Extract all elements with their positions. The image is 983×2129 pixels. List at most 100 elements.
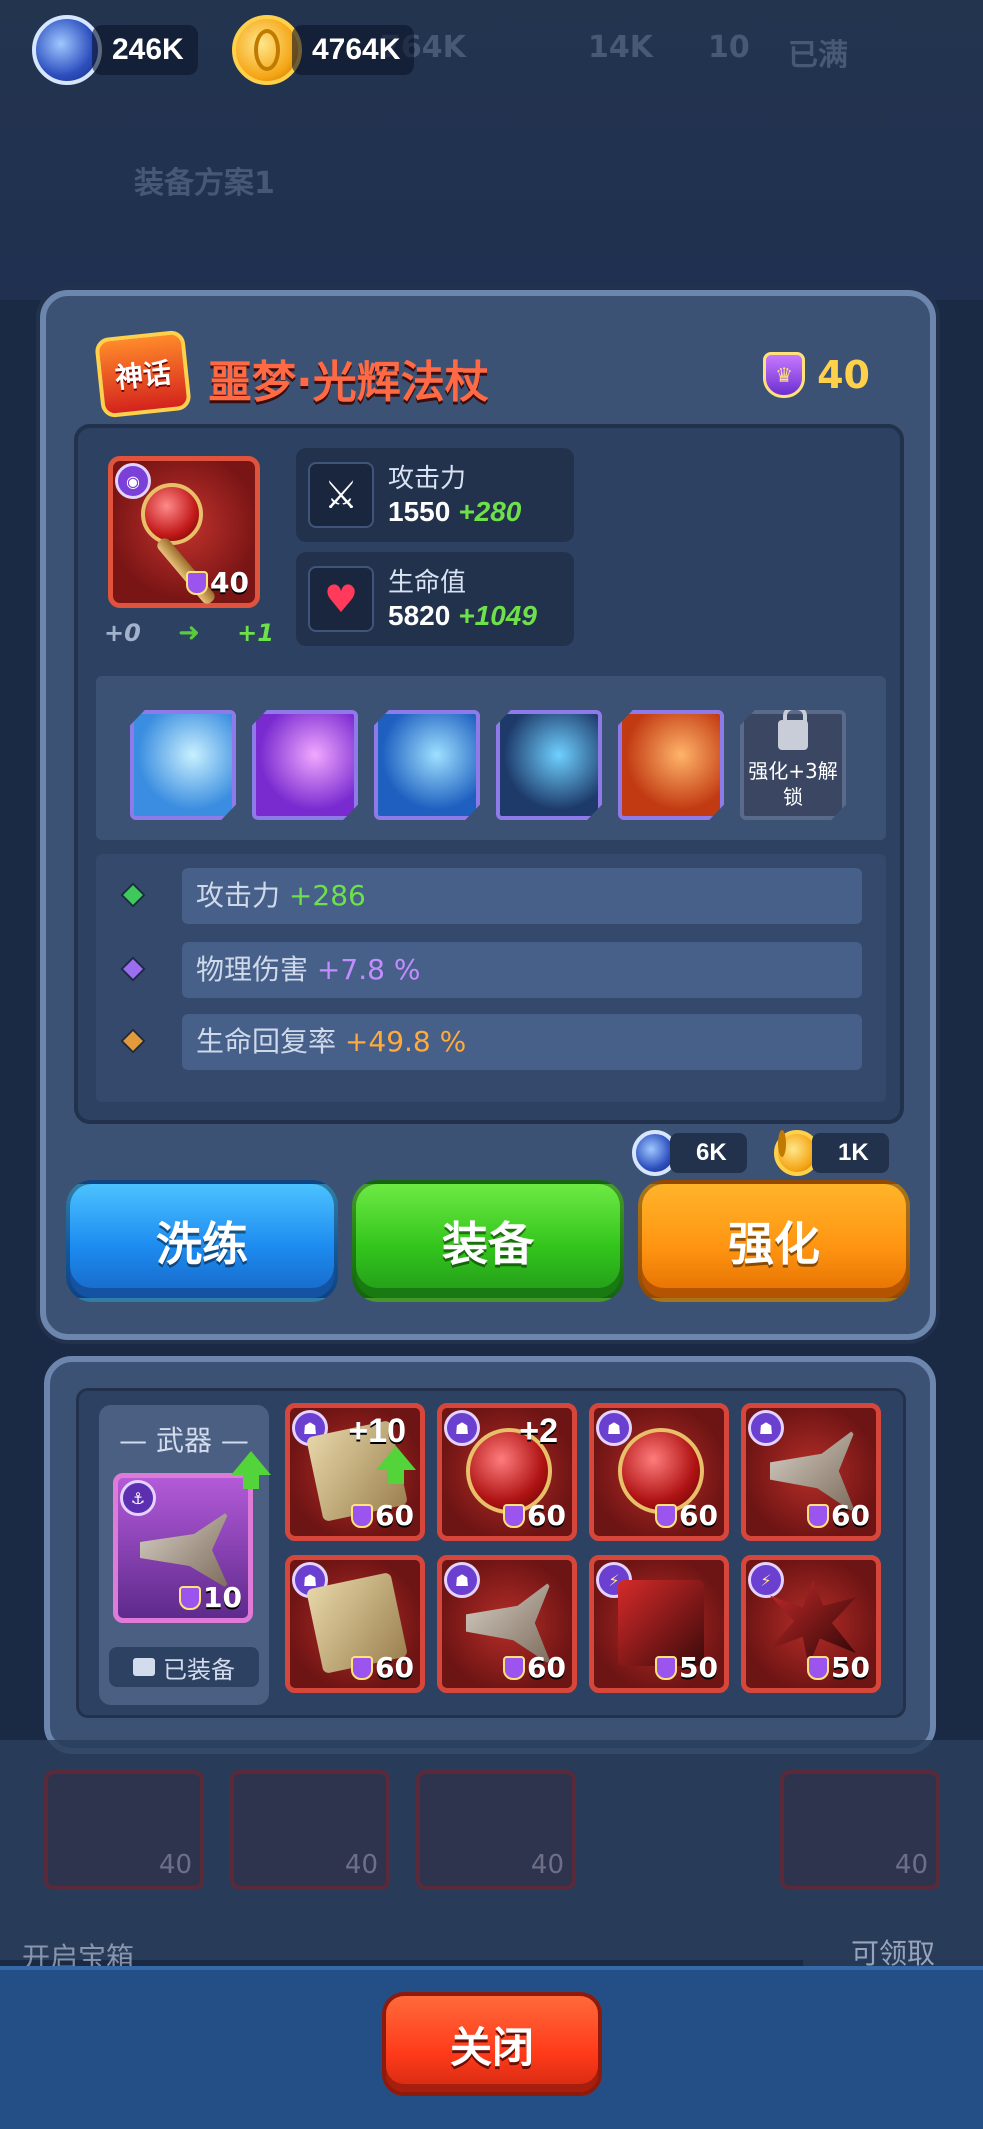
inventory-grid: — 武器 — ⚓ 10 已装备 ☗ +10 60 ☗ +2 60 ☗ 60 ☗ 60 ☗ 60 ☗ 60 ⚡… [76,1388,906,1718]
card-level-value: 50 [831,1651,870,1684]
crown-icon [807,1655,830,1680]
affix-value: +286 [288,879,366,912]
affix-row: 攻击力 +286 [96,868,886,924]
affix-value: +49.8 % [344,1025,467,1058]
affix-label: 攻击力 [196,879,281,912]
enhance-button[interactable]: 强化 [638,1180,910,1302]
stat-bonus: +280 [458,496,522,527]
card-level: 40 [186,566,249,599]
ghost-level: 40 [894,1850,928,1880]
diamond-gem-icon [120,882,146,908]
card-level-value: 60 [527,1651,566,1684]
stat-value: 5820 +1049 [388,600,537,632]
card-level: 60 [351,1651,414,1684]
lock-icon [778,710,808,750]
affix-list: 攻击力 +286 物理伤害 +7.8 % 生命回复率 +49.8 % [96,854,886,1102]
card-level: 10 [179,1581,242,1614]
cost-gold-value: 1K [812,1133,889,1173]
card-level: 50 [655,1651,718,1684]
crown-icon [351,1503,374,1528]
refine-button[interactable]: 洗练 [66,1180,338,1302]
diamond-gem-icon [120,956,146,982]
item-detail-panel: 神话 噩梦·光辉法杖 ♛ 40 ◉ 40 +0 ➜ +1 ⚔ 攻击力 1550 +… [40,290,936,1340]
card-level: 60 [655,1499,718,1532]
affix-bar: 攻击力 +286 [182,868,862,924]
affix-value: +7.8 % [316,953,421,986]
card-level-value: 60 [679,1499,718,1532]
inventory-panel: — 武器 — ⚓ 10 已装备 ☗ +10 60 ☗ +2 60 ☗ 60 ☗ 60 ☗ 60 ☗ 60 ⚡… [44,1356,936,1754]
inventory-item-card[interactable]: ☗ +10 60 [285,1403,425,1541]
crossbow-art [140,1510,230,1590]
card-level: 60 [503,1651,566,1684]
refine-from: +0 [104,619,141,647]
cost-gems-value: 6K [670,1133,747,1173]
card-level-value: 60 [831,1499,870,1532]
ghost-level: 40 [158,1850,192,1880]
ghost-slot: 40 [416,1770,576,1890]
item-name: 噩梦·光辉法杖 [208,357,489,408]
lightning-icon: ⚡ [748,1562,784,1598]
affix-row: 物理伤害 +7.8 % [96,942,886,998]
crown-icon [351,1655,374,1680]
card-level: 60 [351,1499,414,1532]
crown-icon [179,1585,202,1610]
crown-icon [503,1655,526,1680]
crown-icon [503,1503,526,1528]
purple-burst-skill-icon[interactable] [252,710,358,820]
sword-icon: ⚔ [308,462,374,528]
inventory-item-card[interactable]: ☗ 60 [741,1403,881,1541]
equipped-slot: — 武器 — ⚓ 10 已装备 [99,1405,271,1705]
affix-bar: 物理伤害 +7.8 % [182,942,862,998]
ghost-level: 40 [530,1850,564,1880]
affix-label: 物理伤害 [196,953,309,986]
equip-button[interactable]: 装备 [352,1180,624,1302]
inventory-item-card[interactable]: ⚡ 50 [589,1555,729,1693]
arrow-right-icon: ➜ [178,618,200,648]
crown-icon [655,1655,678,1680]
inventory-item-card[interactable]: ☗ 60 [437,1555,577,1693]
refine-to: +1 [237,619,274,647]
refine-progress: +0 ➜ +1 [104,618,274,648]
stat-value: 1550 +280 [388,496,521,528]
enhance-cost-gold: 1K [774,1130,889,1176]
orb-swirl-skill-icon[interactable] [496,710,602,820]
item-info-box: ◉ 40 +0 ➜ +1 ⚔ 攻击力 1550 +280 ♥ 生命值 5820 +1… [74,424,904,1124]
stat-attack: ⚔ 攻击力 1550 +280 [296,448,574,542]
affix-label: 生命回复率 [196,1025,337,1058]
stat-hp: ♥ 生命值 5820 +1049 [296,552,574,646]
locked-skill-text: 强化+3解锁 [748,759,838,809]
ice-shard-skill-icon[interactable] [374,710,480,820]
inventory-item-card[interactable]: ☗ 60 [285,1555,425,1693]
enhance-level-tag: +2 [519,1412,558,1450]
crown-icon [655,1503,678,1528]
stat-base: 1550 [388,496,451,527]
card-level-value: 60 [375,1499,414,1532]
ghost-currency-value: 10 [708,30,750,65]
ghost-slot: 40 [44,1770,204,1890]
equipped-weapon-card[interactable]: ⚓ 10 [113,1473,253,1623]
locked-skill-slot[interactable]: 强化+3解锁 [740,710,846,820]
item-level: ♛ 40 [763,352,870,398]
equipped-label: 已装备 [163,1655,235,1684]
gem-counter[interactable]: 246K [32,15,198,85]
ghost-level: 40 [344,1850,378,1880]
ghost-currency-value: 14K [588,30,653,65]
gold-counter[interactable]: 4764K [232,15,415,85]
card-level-value: 60 [375,1651,414,1684]
item-card[interactable]: ◉ 40 [108,456,260,608]
fire-blast-skill-icon[interactable] [618,710,724,820]
gem-amount: 246K [92,25,198,75]
close-button[interactable]: 关闭 [382,1992,602,2096]
card-level-value: 40 [210,566,249,599]
shirt-icon [133,1658,155,1676]
card-level-value: 50 [679,1651,718,1684]
card-level-value: 60 [527,1499,566,1532]
demon-icon: ☗ [444,1562,480,1598]
inventory-item-card[interactable]: ☗ 60 [589,1403,729,1541]
ghost-slot: 40 [230,1770,390,1890]
inventory-item-card[interactable]: ⚡ 50 [741,1555,881,1693]
ice-comet-skill-icon[interactable] [130,710,236,820]
inventory-item-card[interactable]: ☗ +2 60 [437,1403,577,1541]
crown-shield-icon: ♛ [763,352,806,398]
stat-label: 生命值 [388,568,467,598]
